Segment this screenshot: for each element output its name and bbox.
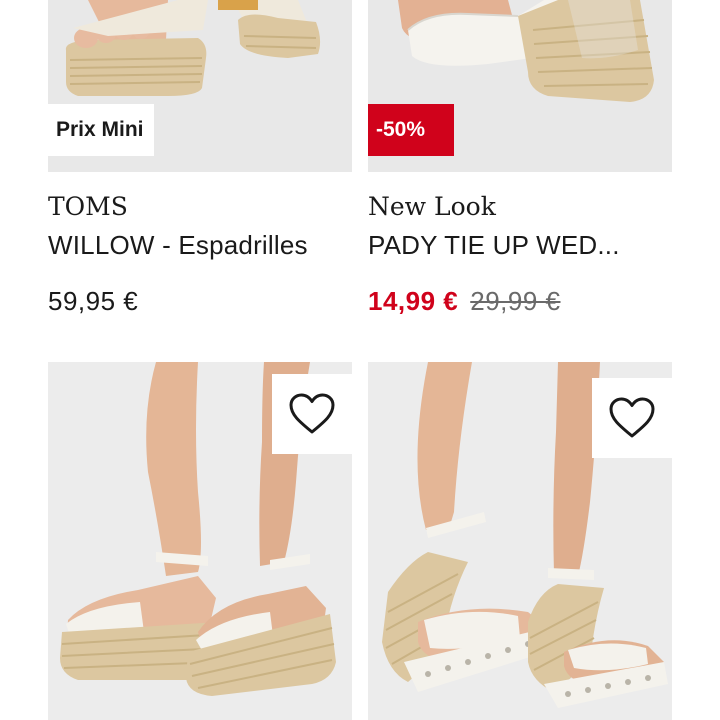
- product-card-new-look-pady[interactable]: -50% New Look PADY TIE UP WED... 14,99 €…: [368, 0, 672, 340]
- product-grid: Prix Mini TOMS WILLOW - Espadrilles 59,9…: [0, 0, 720, 720]
- product-name: WILLOW - Espadrilles: [48, 230, 308, 260]
- original-price: 29,99 €: [470, 286, 561, 316]
- product-card[interactable]: [48, 362, 352, 720]
- product-image[interactable]: -50%: [368, 0, 672, 172]
- product-card[interactable]: [368, 362, 672, 720]
- product-price: 14,99 € 29,99 €: [368, 286, 561, 317]
- product-image[interactable]: Prix Mini: [48, 0, 352, 172]
- product-price: 59,95 €: [48, 286, 139, 316]
- product-card-toms-willow[interactable]: Prix Mini TOMS WILLOW - Espadrilles 59,9…: [48, 0, 352, 340]
- product-badge: Prix Mini: [48, 104, 154, 156]
- sale-badge: -50%: [368, 104, 454, 156]
- product-brand: New Look: [368, 192, 496, 221]
- product-name: PADY TIE UP WED...: [368, 230, 620, 260]
- heart-outline-icon: [609, 397, 655, 438]
- sale-price: 14,99 €: [368, 286, 459, 316]
- wishlist-button[interactable]: [272, 374, 352, 454]
- wishlist-button[interactable]: [592, 378, 672, 458]
- heart-outline-icon: [289, 393, 335, 434]
- product-brand: TOMS: [48, 192, 128, 221]
